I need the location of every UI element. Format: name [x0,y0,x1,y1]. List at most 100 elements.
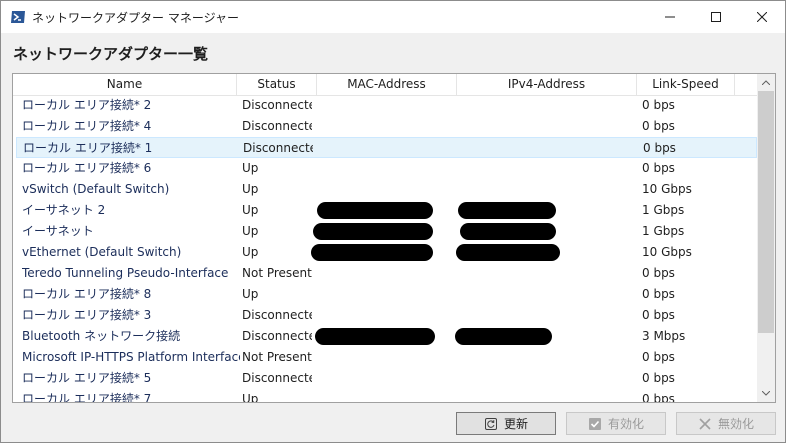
table-row[interactable]: イーサネット 2 Up 1 Gbps [16,200,757,221]
checkbox-check-icon [588,417,601,430]
cell-status: Up [242,161,259,175]
title-bar[interactable]: ネットワークアダプター マネージャー [1,1,785,33]
cell-status: Disconnected [242,98,312,112]
maximize-button[interactable] [693,1,739,33]
cell-link-speed: 1 Gbps [642,203,685,217]
column-header-name[interactable]: Name [13,74,237,95]
column-header-ipv4[interactable]: IPv4-Address [457,74,637,95]
cell-status: Up [242,182,259,196]
redacted-ipv4-address [456,244,560,261]
cell-status: Disconnected [242,371,312,385]
column-header-mac[interactable]: MAC-Address [317,74,457,95]
cell-link-speed: 0 bps [642,161,675,175]
redacted-ipv4-address [460,223,556,240]
scroll-up-button[interactable] [757,74,775,91]
cell-link-speed: 0 bps [642,287,675,301]
cell-status: Up [242,245,259,259]
table-row[interactable]: Teredo Tunneling Pseudo-Interface Not Pr… [16,263,757,284]
powershell-icon [10,9,26,25]
table-row[interactable]: ローカル エリア接続* 2 Disconnected 0 bps [16,95,757,116]
table-row[interactable]: Bluetooth ネットワーク接続 Disconnected 3 Mbps [16,326,757,347]
table-row[interactable]: vSwitch (Default Switch) Up 10 Gbps [16,179,757,200]
table-row[interactable]: ローカル エリア接続* 7 Up 0 bps [16,389,757,402]
cell-link-speed: 0 bps [642,119,675,133]
cell-name: Microsoft IP-HTTPS Platform Interface [22,350,240,364]
minimize-icon [665,16,675,18]
page-title: ネットワークアダプター一覧 [13,45,209,63]
close-button[interactable] [739,1,785,33]
table-row[interactable]: ローカル エリア接続* 8 Up 0 bps [16,284,757,305]
cell-name: vEthernet (Default Switch) [22,245,182,259]
table-row[interactable]: Microsoft IP-HTTPS Platform Interface No… [16,347,757,368]
cell-status: Up [242,287,259,301]
cell-status: Not Present [242,350,312,364]
enable-button[interactable]: 有効化 [566,412,666,435]
cell-name: ローカル エリア接続* 6 [22,161,152,175]
scrollbar-thumb[interactable] [758,91,774,333]
table-row-selected[interactable]: ローカル エリア接続* 1 Disconnected 0 bps [16,137,757,158]
vertical-scrollbar[interactable] [757,74,775,402]
cell-name: ローカル エリア接続* 5 [22,371,152,385]
cell-name: vSwitch (Default Switch) [22,182,170,196]
cell-name: イーサネット 2 [22,203,106,217]
column-header-status[interactable]: Status [237,74,317,95]
cell-name: Bluetooth ネットワーク接続 [22,329,181,343]
window-title: ネットワークアダプター マネージャー [32,11,239,25]
column-header-link-speed[interactable]: Link-Speed [637,74,735,95]
cell-status: Disconnected [242,329,312,343]
cell-link-speed: 0 bps [642,392,675,402]
cell-link-speed: 0 bps [642,98,675,112]
refresh-icon [484,417,497,430]
disable-button[interactable]: 無効化 [676,412,776,435]
cell-name: ローカル エリア接続* 7 [22,392,152,402]
cell-link-speed: 0 bps [642,266,675,280]
cell-link-speed: 10 Gbps [642,245,692,259]
cell-name: ローカル エリア接続* 1 [23,141,153,155]
x-icon [699,417,711,430]
table-header: Name Status MAC-Address IPv4-Address Lin… [13,74,757,96]
table-row[interactable]: ローカル エリア接続* 3 Disconnected 0 bps [16,305,757,326]
table-row[interactable]: ローカル エリア接続* 6 Up 0 bps [16,158,757,179]
close-icon [757,12,767,22]
chevron-down-icon [762,391,770,396]
cell-name: Teredo Tunneling Pseudo-Interface [22,266,229,280]
table-row[interactable]: ローカル エリア接続* 4 Disconnected 0 bps [16,116,757,137]
cell-link-speed: 3 Mbps [642,329,686,343]
cell-name: イーサネット [22,224,94,238]
redacted-ipv4-address [458,202,556,219]
cell-link-speed: 1 Gbps [642,224,685,238]
cell-link-speed: 0 bps [642,350,675,364]
redacted-ipv4-address [455,328,552,345]
disable-button-label: 無効化 [717,417,754,431]
redacted-mac-address [311,244,433,261]
redacted-mac-address [317,202,433,219]
refresh-button[interactable]: 更新 [456,412,556,435]
table-row[interactable]: vEthernet (Default Switch) Up 10 Gbps [16,242,757,263]
cell-name: ローカル エリア接続* 4 [22,119,152,133]
chevron-up-icon [762,80,770,85]
table-row[interactable]: イーサネット Up 1 Gbps [16,221,757,242]
cell-status: Disconnected [242,308,312,322]
adapter-table: Name Status MAC-Address IPv4-Address Lin… [12,73,776,403]
cell-name: ローカル エリア接続* 8 [22,287,152,301]
table-body: ローカル エリア接続* 2 Disconnected 0 bps ローカル エリ… [13,95,757,402]
app-window: ネットワークアダプター マネージャー ネットワークアダプター一覧 Name St… [0,0,786,443]
refresh-button-label: 更新 [503,417,528,431]
cell-status: Not Present [242,266,312,280]
redacted-mac-address [315,328,435,345]
cell-link-speed: 0 bps [642,308,675,322]
table-row[interactable]: ローカル エリア接続* 5 Disconnected 0 bps [16,368,757,389]
cell-status: Disconnected [242,119,312,133]
redacted-mac-address [313,223,433,240]
cell-status: Up [242,224,259,238]
minimize-button[interactable] [647,1,693,33]
cell-link-speed: 0 bps [643,141,676,155]
enable-button-label: 有効化 [607,417,644,431]
cell-name: ローカル エリア接続* 3 [22,308,152,322]
cell-status: Up [242,203,259,217]
cell-status: Disconnected [243,141,313,155]
scroll-down-button[interactable] [757,385,775,402]
cell-link-speed: 0 bps [642,371,675,385]
cell-status: Up [242,392,259,402]
maximize-icon [711,12,721,22]
